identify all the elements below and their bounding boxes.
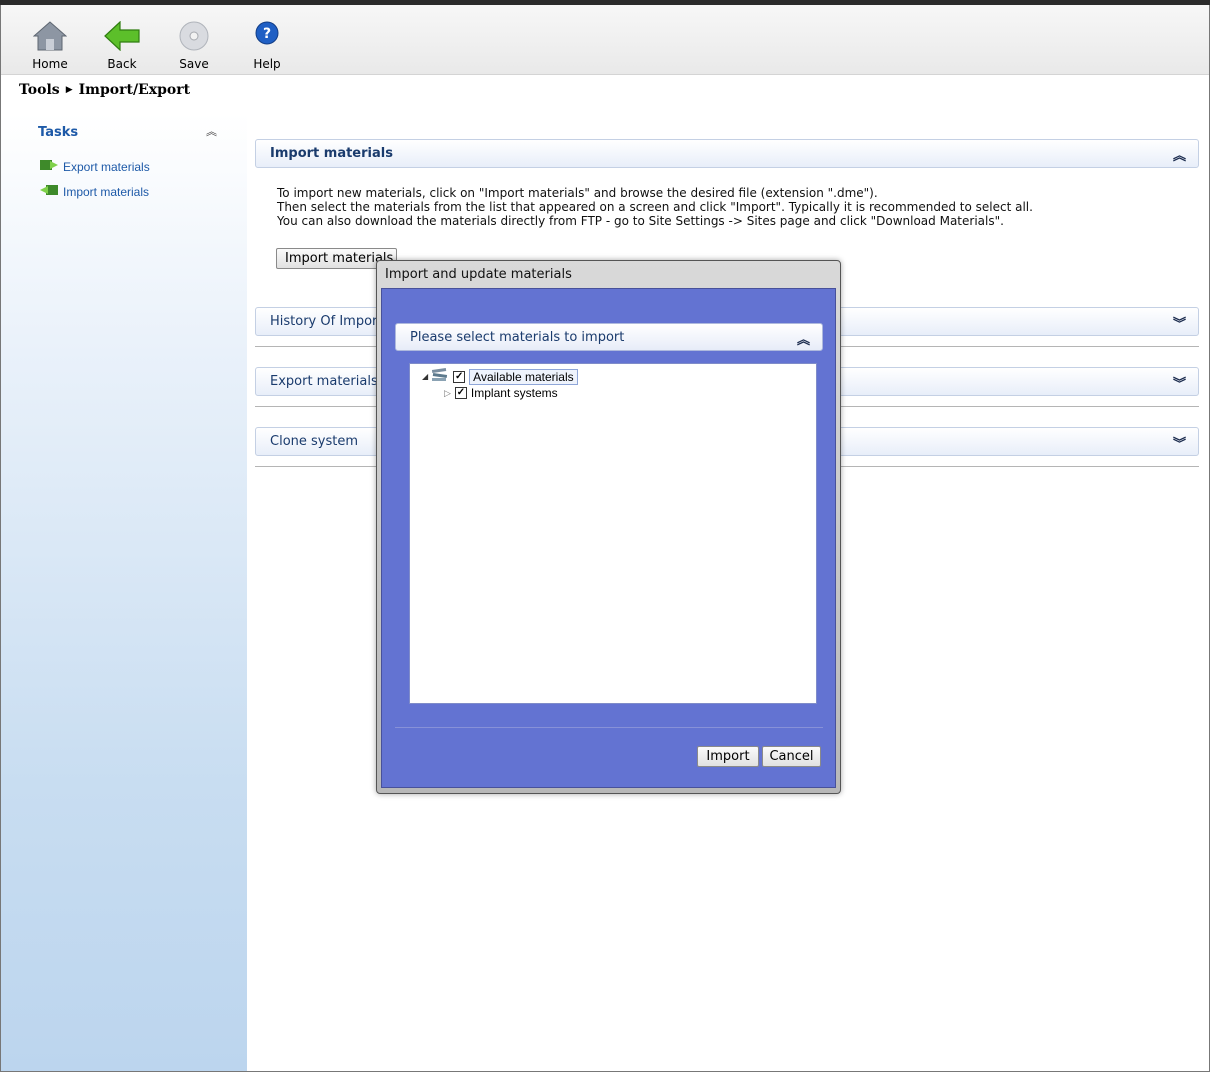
tree-label: Available materials xyxy=(469,368,578,385)
breadcrumb-current: Import/Export xyxy=(78,82,191,98)
tasks-sidebar: Tasks ︽ Export materials Import material… xyxy=(1,113,247,1071)
export-icon xyxy=(39,158,59,175)
collapse-up-icon[interactable]: ︽ xyxy=(1173,145,1186,164)
import-icon xyxy=(39,183,59,200)
home-icon xyxy=(32,21,68,54)
back-button[interactable]: Back xyxy=(101,7,143,73)
expand-down-icon[interactable]: ︾ xyxy=(1173,373,1186,392)
dialog-title: Import and update materials xyxy=(385,267,572,282)
import-button[interactable]: Import xyxy=(697,746,759,767)
task-import-materials[interactable]: Import materials xyxy=(39,183,149,200)
panel-import-materials[interactable]: Import materials ︽ xyxy=(255,139,1199,168)
tree-node-available-materials[interactable]: ◢ ✓ Available materials xyxy=(422,368,578,385)
back-label: Back xyxy=(107,57,137,71)
back-arrow-icon xyxy=(104,20,140,54)
panel-title: Please select materials to import xyxy=(410,330,625,345)
dialog-body: Please select materials to import ︽ ◢ ✓ … xyxy=(381,288,836,788)
import-dialog: Import and update materials Please selec… xyxy=(376,260,841,794)
collapse-up-icon[interactable]: ︽ xyxy=(206,123,217,139)
toolbar: Home Back Save ? Help xyxy=(1,5,1209,75)
tree-label: Implant systems xyxy=(470,386,558,400)
panel-title: Import materials xyxy=(270,146,393,161)
home-button[interactable]: Home xyxy=(29,7,71,73)
expand-down-icon[interactable]: ︾ xyxy=(1173,313,1186,332)
checkbox-implant-systems[interactable]: ✓ xyxy=(454,387,467,399)
tree-collapsed-icon[interactable]: ▷ xyxy=(444,388,451,399)
svg-text:?: ? xyxy=(263,26,271,42)
task-label: Import materials xyxy=(63,184,150,199)
expand-down-icon[interactable]: ︾ xyxy=(1173,433,1186,452)
tree-expanded-icon[interactable]: ◢ xyxy=(422,372,428,381)
description-line: To import new materials, click on "Impor… xyxy=(277,186,878,200)
panel-title: Export materials xyxy=(270,374,378,389)
help-label: Help xyxy=(253,57,281,71)
panel-title: Clone system xyxy=(270,434,359,449)
help-icon: ? xyxy=(255,21,279,48)
disc-icon xyxy=(179,21,209,54)
collapse-up-icon[interactable]: ︽ xyxy=(797,329,810,348)
breadcrumb-separator-icon: ▶ xyxy=(65,85,73,95)
description-line: You can also download the materials dire… xyxy=(277,214,1004,228)
save-button[interactable]: Save xyxy=(173,7,215,73)
task-export-materials[interactable]: Export materials xyxy=(39,158,150,175)
dialog-divider xyxy=(395,727,823,728)
tree-node-implant-systems[interactable]: ▷ ✓ Implant systems xyxy=(444,386,558,400)
save-label: Save xyxy=(179,57,209,71)
breadcrumb: Tools ▶ Import/Export xyxy=(19,82,190,98)
select-materials-panel[interactable]: Please select materials to import ︽ xyxy=(395,323,823,351)
help-button[interactable]: ? Help xyxy=(246,7,288,73)
breadcrumb-root[interactable]: Tools xyxy=(19,82,60,98)
checkbox-available-materials[interactable]: ✓ xyxy=(453,370,466,383)
panel-title: History Of Imports xyxy=(270,314,390,329)
materials-stack-icon xyxy=(431,368,449,385)
cancel-button[interactable]: Cancel xyxy=(762,746,821,767)
task-label: Export materials xyxy=(63,159,150,174)
description-line: Then select the materials from the list … xyxy=(277,200,1033,214)
tasks-title: Tasks xyxy=(38,125,79,140)
home-label: Home xyxy=(32,57,68,71)
materials-tree[interactable]: ◢ ✓ Available materials ▷ ✓ Implant syst… xyxy=(409,363,817,704)
app-window: Home Back Save ? Help Tools ▶ Import/Exp… xyxy=(0,5,1210,1072)
import-description: To import new materials, click on "Impor… xyxy=(277,186,1033,228)
